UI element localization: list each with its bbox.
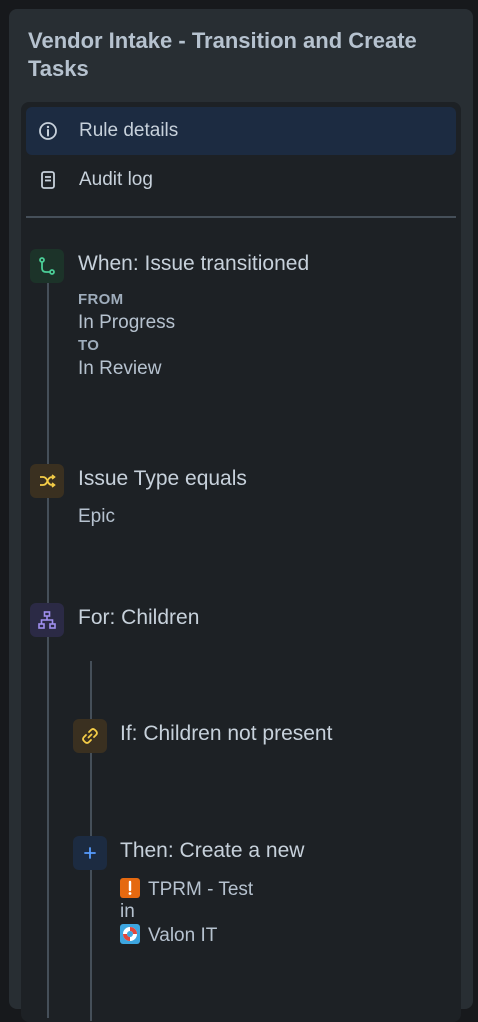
- menu-item-audit-log[interactable]: Audit log: [26, 156, 456, 204]
- info-icon: [36, 119, 60, 143]
- if-step-title[interactable]: If: Children not present: [120, 722, 332, 746]
- branch-icon[interactable]: [30, 249, 64, 283]
- project-row: Valon IT: [120, 924, 217, 947]
- shuffle-icon[interactable]: [30, 464, 64, 498]
- link-icon[interactable]: [73, 719, 107, 753]
- menu-item-label: Rule details: [79, 120, 179, 141]
- issue-type-name: TPRM - Test: [148, 879, 254, 900]
- menu-divider: [26, 216, 456, 218]
- warning-icon: [120, 878, 140, 898]
- menu-item-rule-details[interactable]: Rule details: [26, 107, 456, 155]
- action-step-title[interactable]: Then: Create a new: [120, 839, 304, 863]
- rule-title: Vendor Intake - Transition and Create Ta…: [28, 28, 417, 81]
- to-status: In Review: [78, 358, 162, 379]
- plus-icon[interactable]: [73, 836, 107, 870]
- condition-value: Epic: [78, 506, 115, 527]
- hierarchy-icon[interactable]: [30, 603, 64, 637]
- issue-type-row: TPRM - Test: [120, 878, 253, 901]
- rule-inner-panel: Rule details Audit log When: Issue trans…: [21, 102, 461, 1022]
- document-icon: [36, 168, 60, 192]
- timeline-line: [47, 278, 49, 1018]
- branch-step-title[interactable]: For: Children: [78, 606, 199, 630]
- from-label: FROM: [78, 291, 124, 308]
- lifebuoy-icon: [120, 924, 140, 944]
- from-status: In Progress: [78, 312, 176, 333]
- trigger-step-title[interactable]: When: Issue transitioned: [78, 252, 309, 276]
- in-label: in: [120, 901, 135, 922]
- project-name: Valon IT: [148, 925, 218, 946]
- to-label: TO: [78, 337, 100, 354]
- menu-item-label: Audit log: [79, 169, 153, 190]
- rule-panel: Vendor Intake - Transition and Create Ta…: [9, 9, 473, 1022]
- condition-step-title[interactable]: Issue Type equals: [78, 467, 247, 491]
